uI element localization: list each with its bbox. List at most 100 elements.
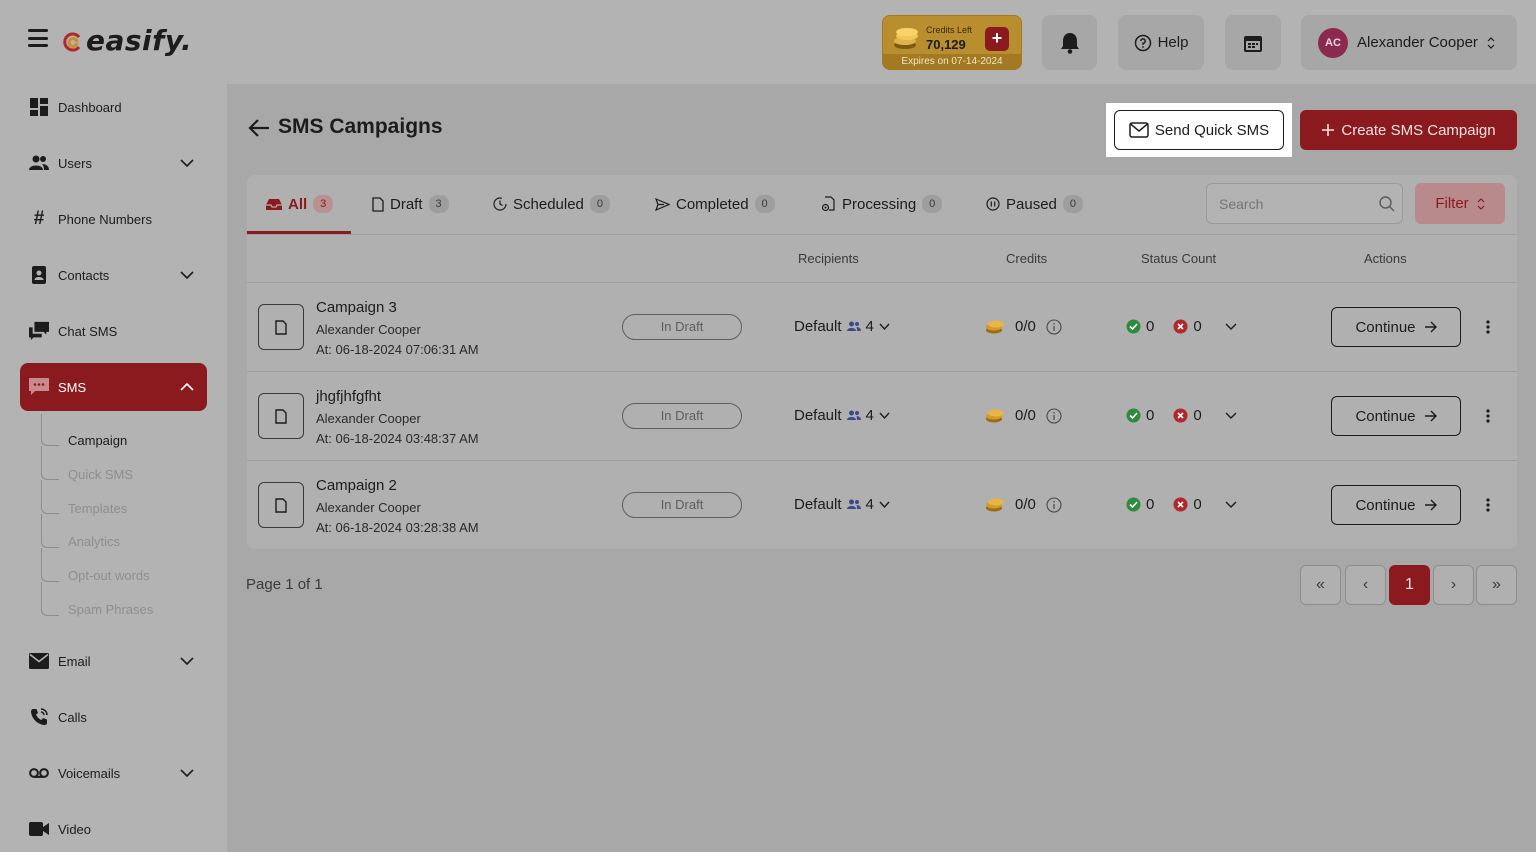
recipients-dropdown[interactable]: Default 4	[794, 407, 890, 424]
continue-label: Continue	[1355, 407, 1416, 425]
menu-icon[interactable]	[28, 29, 48, 47]
help-button[interactable]: Help	[1118, 15, 1204, 70]
recipients-dropdown[interactable]: Default 4	[794, 318, 890, 335]
create-sms-campaign-button[interactable]: Create SMS Campaign	[1300, 110, 1517, 150]
tab-count-badge: 0	[922, 195, 943, 213]
recipient-count: 4	[865, 318, 874, 335]
failed-count: 0	[1193, 318, 1202, 335]
sidebar-item-label: Users	[58, 155, 92, 171]
recipients-dropdown[interactable]: Default 4	[794, 496, 890, 513]
filter-button[interactable]: Filter	[1415, 183, 1505, 224]
page-title: SMS Campaigns	[278, 115, 443, 138]
failed-count: 0	[1193, 407, 1202, 424]
campaign-name[interactable]: Campaign 2	[316, 477, 397, 494]
tab-all[interactable]: All 3	[266, 175, 334, 233]
tab-processing[interactable]: Processing 0	[821, 175, 943, 233]
recipients-group: Default	[794, 318, 842, 335]
tab-label: Scheduled	[513, 195, 584, 213]
status-badge: In Draft	[622, 492, 742, 518]
sidebar-subitem-spam-phrases[interactable]: Spam Phrases	[68, 602, 153, 617]
sidebar-item-email[interactable]: Email	[20, 637, 207, 685]
tree-line	[41, 548, 59, 582]
sidebar-item-video[interactable]: Video	[20, 805, 207, 852]
campaign-date: At: 06-18-2024 03:28:38 AM	[316, 520, 479, 535]
sidebar-item-contacts[interactable]: Contacts	[20, 251, 207, 299]
status-count-cell: 0 0	[1126, 407, 1237, 424]
prev-page-button[interactable]: ‹	[1345, 565, 1386, 605]
chevron-down-icon[interactable]	[1225, 501, 1237, 509]
sidebar-subitem-templates[interactable]: Templates	[68, 501, 127, 516]
tab-draft[interactable]: Draft 3	[372, 175, 449, 233]
continue-button[interactable]: Continue	[1331, 307, 1461, 347]
sidebar-item-chat-sms[interactable]: Chat SMS	[20, 307, 207, 355]
column-header-credits: Credits	[1006, 251, 1048, 266]
tab-paused[interactable]: Paused 0	[986, 175, 1083, 233]
tab-label: Paused	[1006, 195, 1057, 213]
profile-menu[interactable]: AC Alexander Cooper	[1301, 15, 1517, 70]
campaign-name[interactable]: Campaign 3	[316, 299, 397, 316]
chevron-down-icon	[180, 657, 194, 666]
sidebar-subitem-campaign[interactable]: Campaign	[68, 433, 127, 448]
notifications-button[interactable]	[1042, 15, 1097, 70]
info-icon[interactable]	[1046, 496, 1062, 513]
sidebar-subitem-opt-out-words[interactable]: Opt-out words	[68, 568, 150, 583]
next-page-button[interactable]: ›	[1433, 565, 1474, 605]
sort-icon	[1487, 36, 1495, 49]
continue-button[interactable]: Continue	[1331, 485, 1461, 525]
search-input[interactable]	[1206, 183, 1403, 224]
sidebar-item-dashboard[interactable]: Dashboard	[20, 83, 207, 131]
last-page-button[interactable]: »	[1476, 565, 1517, 605]
campaign-name[interactable]: jhgfjhfgfht	[316, 388, 381, 405]
page-info: Page 1 of 1	[246, 576, 323, 593]
credits-label: Credits Left	[926, 25, 973, 35]
row-divider	[247, 282, 1517, 283]
error-circle-icon	[1173, 319, 1188, 334]
sidebar-subitem-analytics[interactable]: Analytics	[68, 534, 120, 549]
recipient-count: 4	[865, 407, 874, 424]
credits-widget: Credits Left 70,129 + Expires on 07-14-2…	[882, 15, 1022, 70]
tree-line	[41, 446, 59, 480]
chevron-down-icon	[879, 323, 890, 330]
sidebar-item-label: Dashboard	[58, 99, 122, 115]
sidebar-subitem-quick-sms[interactable]: Quick SMS	[68, 467, 133, 482]
inbox-icon	[266, 198, 282, 210]
create-sms-campaign-label: Create SMS Campaign	[1341, 121, 1496, 139]
credits-value: 0/0	[1015, 318, 1036, 335]
tab-count-badge: 0	[754, 195, 775, 213]
more-options-icon[interactable]	[1478, 406, 1498, 426]
chevron-down-icon[interactable]	[1225, 323, 1237, 331]
send-quick-sms-button[interactable]: Send Quick SMS	[1114, 110, 1284, 150]
more-options-icon[interactable]	[1478, 495, 1498, 515]
error-circle-icon	[1173, 408, 1188, 423]
document-icon	[372, 196, 384, 212]
campaign-date: At: 06-18-2024 03:48:37 AM	[316, 431, 479, 446]
calendar-button[interactable]	[1225, 15, 1281, 70]
sidebar-item-phone-numbers[interactable]: # Phone Numbers	[20, 195, 207, 243]
back-arrow-icon[interactable]	[248, 118, 270, 138]
sidebar-item-sms[interactable]: SMS	[20, 363, 207, 411]
sidebar-item-voicemails[interactable]: Voicemails	[20, 749, 207, 797]
first-page-button[interactable]: «	[1300, 565, 1341, 605]
more-options-icon[interactable]	[1478, 317, 1498, 337]
tab-label: Processing	[842, 195, 917, 213]
sidebar-item-users[interactable]: Users	[20, 139, 207, 187]
continue-button[interactable]: Continue	[1331, 396, 1461, 436]
status-badge: In Draft	[622, 314, 742, 340]
add-credits-button[interactable]: +	[985, 27, 1009, 51]
send-icon	[655, 197, 670, 211]
page-1-button[interactable]: 1	[1389, 565, 1430, 605]
campaign-owner: Alexander Cooper	[316, 322, 421, 337]
chat-icon	[29, 321, 49, 341]
tab-completed[interactable]: Completed 0	[655, 175, 775, 233]
calendar-icon	[1244, 35, 1262, 52]
tab-count-badge: 3	[313, 195, 334, 213]
sidebar-item-calls[interactable]: Calls	[20, 693, 207, 741]
tab-scheduled[interactable]: Scheduled 0	[493, 175, 610, 233]
chevron-down-icon[interactable]	[1225, 412, 1237, 420]
sms-icon	[29, 377, 49, 397]
recipients-group: Default	[794, 407, 842, 424]
sort-icon	[1477, 197, 1485, 210]
info-icon[interactable]	[1046, 407, 1062, 424]
search-icon	[1379, 196, 1395, 212]
info-icon[interactable]	[1046, 318, 1062, 335]
